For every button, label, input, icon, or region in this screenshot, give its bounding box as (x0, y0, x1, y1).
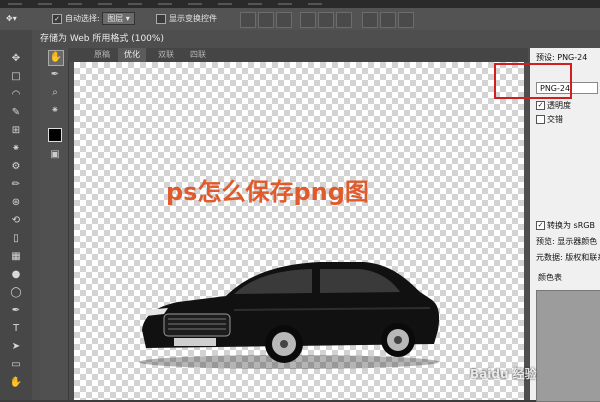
options-bar: ✥▾ ✓ 自动选择: 图层 ▾ 显示变换控件 (0, 8, 600, 31)
gradient-tool-icon[interactable]: ▦ (8, 250, 24, 264)
auto-select-value: 图层 (107, 14, 124, 23)
distribute-button[interactable] (362, 12, 378, 28)
move-tool-icon[interactable]: ✥▾ (6, 12, 17, 26)
shape-tool-icon[interactable]: ▭ (8, 358, 24, 372)
hand-tool-icon[interactable]: ✋ (48, 50, 64, 66)
slice-select-tool-icon[interactable]: ✒ (48, 68, 62, 82)
auto-select-option[interactable]: ✓ 自动选择: 图层 ▾ (52, 12, 135, 26)
hand-tool-icon[interactable]: ✋ (8, 376, 24, 390)
align-button[interactable] (336, 12, 352, 28)
align-button[interactable] (240, 12, 256, 28)
dialog-title: 存储为 Web 所用格式 (100%) (40, 34, 164, 44)
healing-brush-tool-icon[interactable]: ⚙ (8, 160, 24, 174)
transparency-checkbox[interactable]: ✓ (536, 101, 545, 110)
dodge-tool-icon[interactable]: ◯ (8, 286, 24, 300)
dialog-toolbar: ✋ ✒ ⌕ ⁕ ▣ (40, 48, 69, 400)
tab-4-up[interactable]: 四联 (184, 48, 212, 62)
eyedropper-tool-icon[interactable]: ⁕ (8, 142, 24, 156)
interlaced-checkbox[interactable] (536, 115, 545, 124)
brush-tool-icon[interactable]: ✏ (8, 178, 24, 192)
tab-2-up[interactable]: 双联 (152, 48, 180, 62)
crop-tool-icon[interactable]: ⊞ (8, 124, 24, 138)
format-highlight-box (494, 63, 572, 99)
type-tool-icon[interactable]: T (8, 322, 24, 336)
transparency-label: 透明度 (547, 101, 571, 110)
preview-caption: ps怎么保存png图 (166, 178, 369, 206)
tab-original[interactable]: 原稿 (88, 48, 116, 62)
preset-value[interactable]: PNG-24 (557, 53, 587, 62)
align-button[interactable] (258, 12, 274, 28)
auto-select-checkbox[interactable]: ✓ (52, 13, 62, 24)
auto-select-label: 自动选择: (65, 14, 100, 23)
menu-item[interactable] (64, 0, 86, 8)
interlaced-label: 交错 (547, 115, 563, 124)
menu-item[interactable] (94, 0, 116, 8)
tab-optimized[interactable]: 优化 (118, 48, 146, 62)
menu-item[interactable] (274, 0, 296, 8)
distribute-button[interactable] (398, 12, 414, 28)
preview-value[interactable]: 显示器颜色 (557, 237, 597, 246)
align-button[interactable] (318, 12, 334, 28)
menu-item[interactable] (304, 0, 326, 8)
preview-label: 预览: (536, 237, 555, 246)
convert-srgb-label: 转换为 sRGB (547, 221, 595, 230)
color-table[interactable] (536, 290, 600, 402)
menu-item[interactable] (34, 0, 56, 8)
show-transform-option[interactable]: 显示变换控件 (156, 12, 217, 26)
color-table-heading: 颜色表 (538, 273, 562, 282)
metadata-row: 元数据: 版权和联系信息 (536, 252, 600, 263)
quick-select-tool-icon[interactable]: ✎ (8, 106, 24, 120)
align-button[interactable] (276, 12, 292, 28)
metadata-label: 元数据: (536, 253, 563, 262)
toolbox: ✥ □ ◠ ✎ ⊞ ⁕ ⚙ ✏ ⊛ ⟲ ▯ ▦ ● ◯ ✒ T ➤ ▭ ✋ (0, 30, 33, 400)
move-tool-icon[interactable]: ✥ (8, 52, 24, 66)
menu-item[interactable] (214, 0, 236, 8)
metadata-value[interactable]: 版权和联系信息 (565, 253, 600, 262)
menu-item[interactable] (244, 0, 266, 8)
pen-tool-icon[interactable]: ✒ (8, 304, 24, 318)
auto-select-dropdown[interactable]: 图层 ▾ (102, 12, 135, 25)
path-select-tool-icon[interactable]: ➤ (8, 340, 24, 354)
menu-item[interactable] (154, 0, 176, 8)
history-brush-tool-icon[interactable]: ⟲ (8, 214, 24, 228)
lasso-tool-icon[interactable]: ◠ (8, 88, 24, 102)
settings-panel: 预设: PNG-24 PNG-24 ✓ 透明度 交错 ✓ 转换为 sRGB 预览: … (530, 48, 600, 402)
toggle-slices-icon[interactable]: ▣ (48, 148, 62, 162)
transparency-option[interactable]: ✓ 透明度 (536, 100, 571, 111)
watermark: Baidu 经验 (470, 367, 537, 381)
image-preview[interactable]: ps怎么保存png图 (74, 62, 524, 400)
zoom-tool-icon[interactable]: ⌕ (48, 86, 62, 100)
show-transform-label: 显示变换控件 (169, 14, 217, 23)
eyedropper-color-swatch[interactable] (48, 128, 62, 142)
blur-tool-icon[interactable]: ● (8, 268, 24, 282)
menu-item[interactable] (124, 0, 146, 8)
preset-row: 预设: PNG-24 (536, 52, 587, 63)
distribute-button[interactable] (380, 12, 396, 28)
convert-srgb-checkbox[interactable]: ✓ (536, 221, 545, 230)
menu-item[interactable] (4, 0, 26, 8)
car-image (139, 262, 440, 369)
marquee-tool-icon[interactable]: □ (8, 70, 24, 84)
menu-bar (0, 0, 600, 8)
eraser-tool-icon[interactable]: ▯ (8, 232, 24, 246)
view-tabs: 原稿 优化 双联 四联 (68, 48, 528, 62)
convert-srgb-option[interactable]: ✓ 转换为 sRGB (536, 220, 595, 231)
clone-stamp-tool-icon[interactable]: ⊛ (8, 196, 24, 210)
show-transform-checkbox[interactable] (156, 13, 166, 24)
menu-item[interactable] (184, 0, 206, 8)
preview-row: 预览: 显示器颜色 (536, 236, 597, 247)
align-button[interactable] (300, 12, 316, 28)
eyedropper-tool-icon[interactable]: ⁕ (48, 104, 62, 118)
interlaced-option[interactable]: 交错 (536, 114, 563, 125)
preset-label: 预设: (536, 53, 555, 62)
